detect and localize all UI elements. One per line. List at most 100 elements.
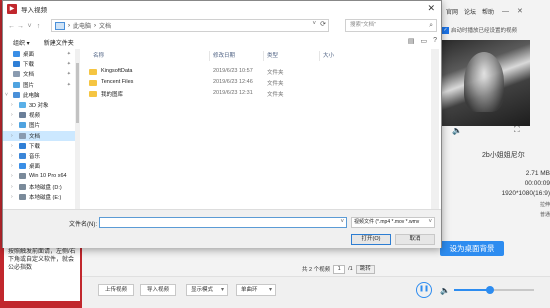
speaker-icon[interactable]: 🔈: [452, 126, 462, 135]
column-name[interactable]: 名称: [93, 51, 104, 59]
column-divider[interactable]: [319, 51, 320, 61]
upload-video-button[interactable]: 上传视频: [98, 284, 134, 296]
column-divider[interactable]: [209, 51, 210, 61]
volume-slider[interactable]: [453, 286, 534, 294]
nav-item[interactable]: › 文档: [3, 130, 75, 141]
volume-knob[interactable]: [485, 286, 494, 294]
pin-icon[interactable]: ✦: [67, 61, 71, 67]
nav-item[interactable]: › 视频: [3, 110, 75, 120]
back-arrow-icon[interactable]: ←: [7, 23, 16, 30]
address-input[interactable]: › 此电脑 › 文档 ˅ ⟳: [51, 19, 329, 32]
column-date[interactable]: 修改日期: [213, 51, 235, 59]
file-row[interactable]: KingsoftData 2019/6/23 10:57 文件夹: [83, 67, 433, 77]
page-total: /1: [348, 266, 353, 272]
search-placeholder: 搜索"文档": [350, 22, 376, 28]
pin-icon[interactable]: ✦: [67, 51, 71, 57]
fullscreen-icon[interactable]: ⛶: [514, 125, 520, 135]
chevron-right-icon[interactable]: ›: [11, 173, 13, 179]
chevron-right-icon[interactable]: ›: [11, 153, 13, 159]
chevron-right-icon[interactable]: ›: [11, 102, 13, 108]
search-input[interactable]: 搜索"文档" ⌕: [345, 19, 437, 32]
filename-input[interactable]: ˅: [99, 217, 347, 228]
file-row[interactable]: Tencent Files 2019/6/23 12:46 文件夹: [83, 78, 433, 88]
import-video-button[interactable]: 导入视频: [140, 284, 176, 296]
volume-fill: [453, 289, 490, 291]
minimize-icon[interactable]: —: [502, 8, 509, 15]
set-wallpaper-button[interactable]: 设为桌面背景: [440, 241, 504, 256]
preview-controls: 🔈 ⛶: [452, 124, 532, 136]
nav-item[interactable]: ˅ 此电脑: [3, 90, 75, 100]
column-type[interactable]: 类型: [267, 51, 278, 59]
file-name: 我的图库: [101, 92, 124, 98]
video-preview: [442, 40, 530, 126]
computer-icon: [55, 21, 65, 30]
nav-item-label: 3D 对象: [29, 103, 49, 110]
chevron-down-icon[interactable]: ˅: [5, 92, 8, 98]
forward-arrow-icon[interactable]: →: [16, 23, 25, 30]
up-arrow-icon[interactable]: ↑: [34, 23, 43, 30]
close-icon[interactable]: ✕: [517, 7, 523, 15]
file-type-filter[interactable]: 视频文件 (*.mp4 *.mov *.wmv ˅: [351, 217, 435, 228]
link-help[interactable]: 帮助: [482, 7, 494, 16]
link-official-site[interactable]: 官网: [446, 7, 458, 16]
refresh-icon[interactable]: ⟳: [320, 20, 326, 28]
preview-image: [464, 52, 504, 112]
chevron-down-icon[interactable]: ˅: [340, 219, 344, 225]
hint-note: 按照触发前面请，左侧/右下角或自定义软件，就会公必指数: [4, 245, 80, 301]
chevron-right-icon[interactable]: ›: [11, 122, 13, 128]
new-folder-button[interactable]: 新建文件夹: [44, 38, 74, 47]
nav-item[interactable]: › 桌面: [3, 161, 75, 171]
chevron-right-icon[interactable]: ›: [11, 143, 13, 149]
cancel-button[interactable]: 取消: [395, 234, 435, 245]
pause-icon[interactable]: ❚❚: [416, 282, 432, 298]
preview-pane-icon[interactable]: ▭: [420, 37, 427, 45]
nav-item[interactable]: › Win 10 Pro x64: [3, 171, 75, 181]
chevron-right-icon[interactable]: ›: [11, 163, 13, 169]
nav-item[interactable]: 图片 ✦: [3, 80, 75, 90]
help-icon[interactable]: ?: [433, 37, 437, 45]
nav-item[interactable]: › 本地磁盘 (E:): [3, 192, 75, 202]
autoplay-option[interactable]: ✓ 启动时播放已经设置的视频: [442, 24, 550, 36]
loop-mode-select[interactable]: 单曲环: [236, 284, 276, 296]
chevron-right-icon[interactable]: ›: [11, 112, 13, 118]
chevron-down-icon[interactable]: ˅: [312, 21, 316, 27]
nav-item[interactable]: › 音乐: [3, 151, 75, 161]
nav-item[interactable]: › 下载: [3, 141, 75, 151]
duration: 00:00:09: [524, 180, 550, 187]
speaker-icon[interactable]: 🔈: [440, 286, 450, 295]
nav-scroll-thumb[interactable]: [76, 63, 79, 123]
link-forum[interactable]: 论坛: [464, 7, 476, 16]
chevron-right-icon[interactable]: ›: [11, 194, 13, 200]
nav-item[interactable]: 文档 ✦: [3, 69, 75, 79]
page-input[interactable]: 1: [333, 264, 346, 274]
open-button[interactable]: 打开(O): [351, 234, 391, 245]
pictures-icon: [19, 122, 26, 129]
nav-item[interactable]: 下载 ✦: [3, 59, 75, 69]
chevron-right-icon[interactable]: ›: [11, 133, 13, 139]
dialog-close-button[interactable]: ✕: [427, 3, 435, 14]
nav-item[interactable]: › 本地磁盘 (D:): [3, 181, 75, 191]
file-list-scrollbar[interactable]: [431, 49, 439, 209]
column-size[interactable]: 大小: [323, 51, 334, 59]
breadcrumb-root[interactable]: 此电脑: [73, 21, 91, 30]
column-divider[interactable]: [263, 51, 264, 61]
autoplay-checkbox[interactable]: ✓: [442, 26, 449, 34]
nav-item[interactable]: 桌面 ✦: [3, 49, 75, 59]
chevron-right-icon[interactable]: ›: [11, 184, 13, 190]
drive-icon: [19, 173, 26, 180]
recent-dropdown-icon[interactable]: ˅: [25, 23, 34, 30]
page-go-button[interactable]: 跳转: [355, 264, 375, 274]
pin-icon[interactable]: ✦: [67, 71, 71, 77]
pagination: 共 2 个视频 1 /1 跳转: [302, 264, 375, 274]
display-mode-select[interactable]: 显示模式: [186, 284, 228, 296]
organize-menu[interactable]: 组织 ▾: [13, 38, 30, 47]
file-row[interactable]: 我的图库 2019/6/23 12:31 文件夹: [83, 89, 433, 99]
nav-item[interactable]: › 图片: [3, 120, 75, 130]
chevron-down-icon[interactable]: ˅: [428, 218, 432, 227]
pin-icon[interactable]: ✦: [67, 82, 71, 88]
nav-item[interactable]: › 3D 对象: [3, 100, 75, 110]
nav-scrollbar[interactable]: [75, 49, 80, 209]
nav-item-label: 音乐: [29, 153, 41, 160]
breadcrumb-folder[interactable]: 文档: [99, 21, 111, 30]
view-options-icon[interactable]: ▤: [408, 37, 415, 45]
